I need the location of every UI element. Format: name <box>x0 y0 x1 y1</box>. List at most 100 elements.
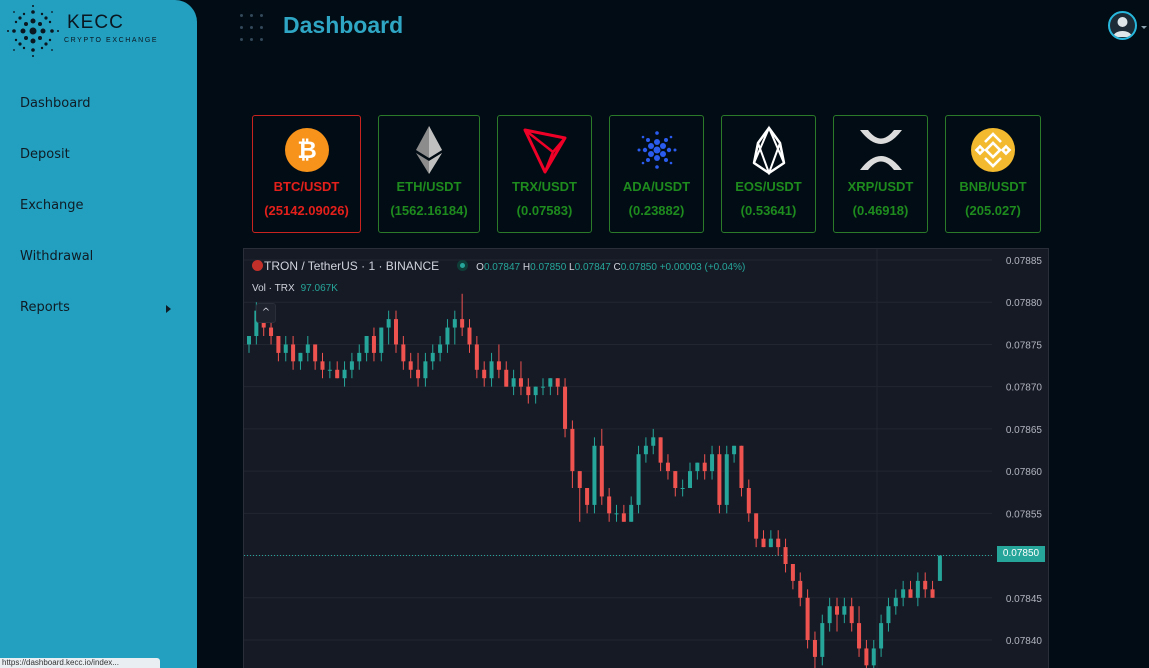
candle-body <box>548 378 553 387</box>
sidebar-item-exchange[interactable]: Exchange <box>0 188 197 239</box>
tron-icon <box>523 128 566 174</box>
sidebar-item-label: Dashboard <box>20 96 91 111</box>
sidebar-item-withdrawal[interactable]: Withdrawal <box>0 239 197 290</box>
candle-body <box>438 344 443 353</box>
user-avatar[interactable] <box>1108 11 1137 40</box>
ticker-card-eos[interactable]: EOS/USDT (0.53641) <box>721 115 816 233</box>
y-tick-label: 0.07880 <box>1006 298 1043 309</box>
ticker-card-ada[interactable]: ADA/USDT (0.23882) <box>609 115 704 233</box>
candle-body <box>754 513 759 539</box>
sidebar-item-label: Exchange <box>20 198 84 213</box>
candle-body <box>673 471 678 488</box>
candle-body <box>305 344 310 353</box>
candle-body <box>541 386 545 388</box>
candle-body <box>276 336 281 353</box>
candle-body <box>401 344 406 362</box>
candle-body <box>643 445 648 455</box>
candle-body <box>636 454 641 505</box>
menu-grid-icon[interactable] <box>240 14 264 42</box>
candle-body <box>423 361 428 379</box>
candle-body <box>746 488 751 514</box>
y-tick-label: 0.07855 <box>1006 509 1043 520</box>
sidebar-item-dashboard[interactable]: Dashboard <box>0 86 197 137</box>
candle-body <box>732 445 737 455</box>
candle-body <box>474 344 479 370</box>
ticker-card-bnb[interactable]: BNB/USDT (205.027) <box>945 115 1041 233</box>
candle-body <box>901 589 906 598</box>
ticker-card-trx[interactable]: TRX/USDT (0.07583) <box>497 115 592 233</box>
sidebar-nav: Dashboard Deposit Exchange Withdrawal Re… <box>0 86 197 341</box>
candle-body <box>335 369 340 379</box>
candle-body <box>937 555 942 581</box>
candle-body <box>665 462 670 472</box>
candle-body <box>658 437 663 463</box>
tron-symbol-icon <box>252 260 263 271</box>
y-tick-label: 0.07885 <box>1006 256 1043 267</box>
candle-body <box>511 378 516 387</box>
ticker-pair: TRX/USDT <box>512 179 577 194</box>
candle-body <box>518 378 523 387</box>
candle-body <box>570 428 575 472</box>
candle-body <box>445 327 450 345</box>
candle-body <box>702 462 707 472</box>
ticker-card-xrp[interactable]: XRP/USDT (0.46918) <box>833 115 928 233</box>
candle-body <box>607 496 612 514</box>
sidebar-item-reports[interactable]: Reports <box>0 290 197 341</box>
market-status-icon <box>457 260 469 271</box>
ticker-card-btc[interactable]: ₿ BTC/USDT (25142.09026) <box>252 115 361 233</box>
bnb-icon <box>971 128 1015 172</box>
candle-body <box>739 445 744 488</box>
ticker-pair: BTC/USDT <box>273 179 340 194</box>
candle-body <box>357 352 362 362</box>
ticker-price: (0.23882) <box>628 203 685 218</box>
sidebar-item-label: Withdrawal <box>20 249 94 264</box>
candle-body <box>849 606 854 624</box>
logo[interactable]: KECC CRYPTO EXCHANGE <box>6 4 196 60</box>
candle-body <box>651 437 656 446</box>
y-tick-label: 0.07875 <box>1006 340 1043 351</box>
candle-body <box>724 454 729 505</box>
candle-body <box>342 369 347 379</box>
candle-body <box>915 580 920 598</box>
candle-body <box>283 344 288 353</box>
candle-body <box>496 361 501 370</box>
candle-body <box>695 462 700 472</box>
ticker-price: (0.46918) <box>852 203 909 218</box>
y-tick-label: 0.07845 <box>1006 594 1043 605</box>
candle-body <box>871 648 876 666</box>
logo-subtitle: CRYPTO EXCHANGE <box>64 37 159 44</box>
candle-body <box>864 648 869 666</box>
ticker-card-eth[interactable]: ETH/USDT (1562.16184) <box>378 115 480 233</box>
candle-body <box>930 589 935 598</box>
ticker-price: (205.027) <box>965 203 1021 218</box>
cardano-icon <box>637 131 676 169</box>
chart-legend: TRON / TetherUS · 1 · BINANCE O0.07847 H0… <box>252 259 745 273</box>
candlestick-chart[interactable]: 0.07885 0.07880 0.07875 0.07870 0.07865 0.078… <box>244 249 1049 668</box>
last-price-label: 0.07850 <box>997 546 1045 562</box>
candle-body <box>614 513 619 515</box>
ethereum-icon <box>416 126 442 174</box>
candle-body <box>812 640 817 657</box>
candle-body <box>320 361 325 370</box>
candle-body <box>379 327 384 353</box>
sidebar-item-deposit[interactable]: Deposit <box>0 137 197 188</box>
candle-body <box>820 623 825 657</box>
bitcoin-icon: ₿ <box>284 128 329 172</box>
candle-body <box>408 361 413 370</box>
candle-body <box>621 513 626 522</box>
candle-body <box>327 369 332 371</box>
chevron-down-icon[interactable] <box>1141 26 1147 29</box>
collapse-legend-button[interactable]: ^ <box>256 303 276 323</box>
candle-body <box>893 597 898 607</box>
svg-text:₿: ₿ <box>297 136 317 164</box>
volume-legend: Vol · TRX 97.067K <box>252 283 338 294</box>
candle-body <box>599 445 604 497</box>
candle-body <box>386 319 391 328</box>
ticker-price: (25142.09026) <box>264 203 349 218</box>
price-chart[interactable]: 0.07885 0.07880 0.07875 0.07870 0.07865 0.078… <box>243 248 1049 668</box>
candle-body <box>629 504 634 522</box>
candle-body <box>908 589 913 598</box>
candle-body <box>761 538 766 548</box>
y-tick-label: 0.07865 <box>1006 425 1043 436</box>
ticker-price: (1562.16184) <box>390 203 468 218</box>
